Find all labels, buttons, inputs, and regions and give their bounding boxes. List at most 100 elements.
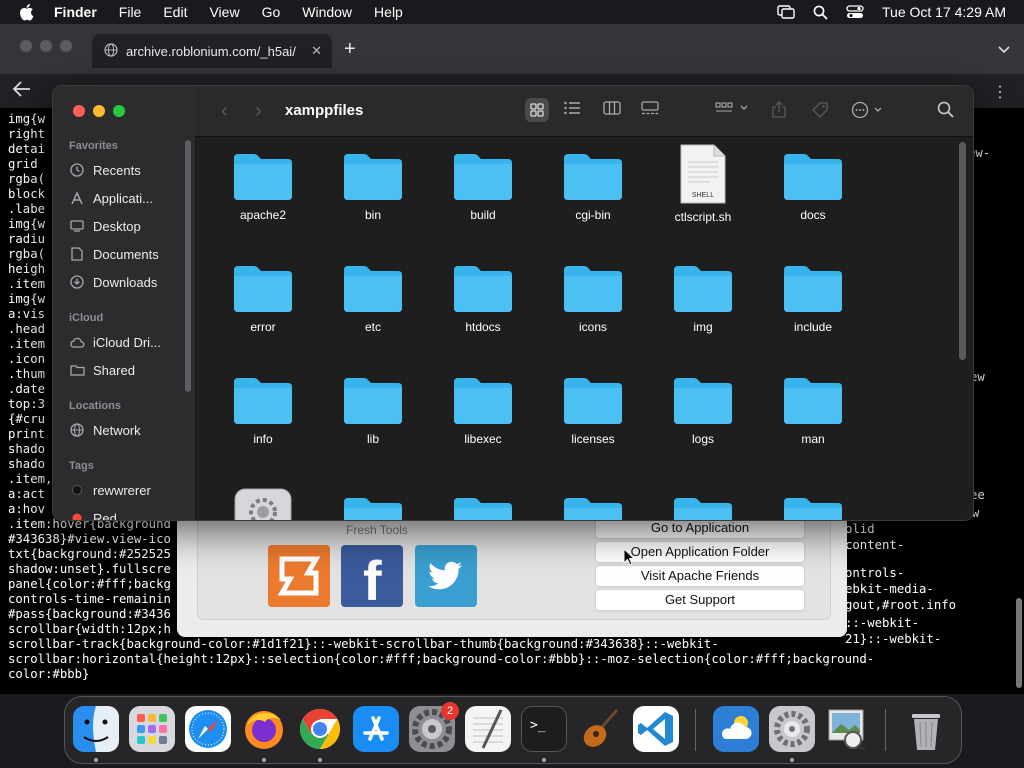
sidebar-scrollbar[interactable] xyxy=(185,140,191,392)
file-item[interactable]: SHELL ctlscript.sh xyxy=(648,144,758,224)
menu-edit[interactable]: Edit xyxy=(152,4,198,20)
folder-icon xyxy=(344,266,402,312)
folder-item[interactable]: cgi-bin xyxy=(538,150,648,222)
folder-item-partial[interactable] xyxy=(538,494,648,520)
menu-view[interactable]: View xyxy=(198,4,250,20)
folder-item[interactable]: libexec xyxy=(428,374,538,446)
dock-textedit-icon[interactable] xyxy=(465,706,511,752)
forward-chevron-icon[interactable]: › xyxy=(255,100,262,123)
folder-item-partial[interactable] xyxy=(648,494,758,520)
dock-vscode-icon[interactable] xyxy=(633,706,679,752)
xampp-logo-icon xyxy=(268,545,330,607)
folder-icon xyxy=(454,154,512,200)
folder-item[interactable]: apache2 xyxy=(208,150,318,222)
sidebar-item-tag-rewwrerer[interactable]: rewwrerer xyxy=(69,479,191,501)
column-view-icon[interactable] xyxy=(603,101,621,118)
search-icon[interactable] xyxy=(937,101,954,121)
dock-app-store-icon[interactable] xyxy=(353,706,399,752)
settings-file-icon[interactable] xyxy=(208,488,318,520)
dock-xampp-manager-icon[interactable] xyxy=(769,706,815,752)
apple-menu-icon[interactable] xyxy=(18,3,36,21)
more-actions-icon[interactable] xyxy=(851,101,887,122)
dock-preview-icon[interactable] xyxy=(825,706,871,752)
folder-item-partial[interactable] xyxy=(758,494,868,520)
screen-mirroring-icon[interactable] xyxy=(777,5,795,19)
sidebar-item-downloads[interactable]: Downloads xyxy=(69,271,191,293)
folder-item[interactable]: man xyxy=(758,374,868,446)
sidebar-item-label: Shared xyxy=(93,362,135,378)
back-chevron-icon[interactable]: ‹ xyxy=(221,100,228,123)
page-scrollbar[interactable] xyxy=(1016,598,1022,688)
share-icon[interactable] xyxy=(772,101,786,121)
sidebar-item-applications[interactable]: Applicati... xyxy=(69,187,191,209)
folder-icon xyxy=(344,498,402,520)
dock-safari-icon[interactable] xyxy=(185,706,231,752)
new-tab-icon[interactable]: + xyxy=(344,38,356,61)
list-view-icon[interactable] xyxy=(564,101,580,118)
gallery-view-icon[interactable] xyxy=(641,101,659,118)
folder-icon xyxy=(344,378,402,424)
dock-trash-icon[interactable] xyxy=(903,706,949,752)
item-label: info xyxy=(253,432,273,446)
dock-launchpad-icon[interactable] xyxy=(129,706,175,752)
icon-view-icon[interactable] xyxy=(525,98,549,122)
dock-chrome-icon[interactable] xyxy=(297,706,343,752)
zoom-window-button[interactable] xyxy=(113,105,125,117)
menu-help[interactable]: Help xyxy=(363,4,414,20)
twitter-icon[interactable] xyxy=(415,545,477,607)
sidebar-item-documents[interactable]: Documents xyxy=(69,243,191,265)
sidebar-item-tag-red[interactable]: Red xyxy=(69,507,191,520)
sidebar-item-desktop[interactable]: Desktop xyxy=(69,215,191,237)
finder-scrollbar[interactable] xyxy=(959,142,966,360)
folder-item[interactable]: error xyxy=(208,262,318,334)
folder-item[interactable]: bin xyxy=(318,150,428,222)
sidebar-item-recents[interactable]: Recents xyxy=(69,159,191,181)
menu-file[interactable]: File xyxy=(108,4,153,20)
code-line: scrollbar:horizontal{height:12px}::selec… xyxy=(8,652,875,666)
browser-tab[interactable]: archive.roblonium.com/_h5ai/ ✕ xyxy=(92,34,332,68)
chevron-down-icon[interactable] xyxy=(998,42,1010,57)
folder-item[interactable]: logs xyxy=(648,374,758,446)
folder-item[interactable]: build xyxy=(428,150,538,222)
tag-icon[interactable] xyxy=(811,101,829,122)
close-window-button[interactable] xyxy=(73,105,85,117)
minimize-window-button[interactable] xyxy=(93,105,105,117)
folder-item[interactable]: info xyxy=(208,374,318,446)
control-center-icon[interactable] xyxy=(846,5,864,19)
folder-item[interactable]: img xyxy=(648,262,758,334)
get-support-button[interactable]: Get Support xyxy=(595,589,805,611)
menu-window[interactable]: Window xyxy=(291,4,363,20)
dock-firefox-icon[interactable] xyxy=(241,706,287,752)
menubar-clock[interactable]: Tue Oct 17 4:29 AM xyxy=(882,4,1006,20)
dock-terminal-icon[interactable]: >_ xyxy=(521,706,567,752)
folder-item[interactable]: etc xyxy=(318,262,428,334)
folder-item[interactable]: icons xyxy=(538,262,648,334)
menu-go[interactable]: Go xyxy=(251,4,292,20)
folder-item[interactable]: lib xyxy=(318,374,428,446)
dock-instrument-icon[interactable] xyxy=(577,706,623,752)
xampp-tools-panel: Fresh Tools f Go to Application Open App… xyxy=(197,510,831,620)
folder-item[interactable]: include xyxy=(758,262,868,334)
sidebar-item-network[interactable]: Network xyxy=(69,419,191,441)
sidebar-item-icloud-drive[interactable]: iCloud Dri... xyxy=(69,331,191,353)
close-tab-icon[interactable]: ✕ xyxy=(311,43,322,59)
spotlight-search-icon[interactable] xyxy=(813,5,828,20)
menu-finder[interactable]: Finder xyxy=(50,4,108,20)
folder-item-partial[interactable] xyxy=(428,494,538,520)
browser-zoom-button[interactable] xyxy=(60,40,72,52)
more-menu-icon[interactable]: ⋮ xyxy=(992,82,1008,102)
group-by-icon[interactable] xyxy=(715,101,749,118)
folder-item-partial[interactable] xyxy=(318,494,428,520)
back-arrow-icon[interactable] xyxy=(12,80,32,101)
browser-close-button[interactable] xyxy=(20,40,32,52)
xampp-section-title: Fresh Tools xyxy=(346,523,408,537)
sidebar-item-shared[interactable]: Shared xyxy=(69,359,191,381)
facebook-icon[interactable]: f xyxy=(341,545,403,607)
item-label: bin xyxy=(364,208,381,222)
folder-item[interactable]: docs xyxy=(758,150,868,222)
dock-weather-icon[interactable] xyxy=(713,706,759,752)
browser-minimize-button[interactable] xyxy=(40,40,52,52)
dock-finder-icon[interactable] xyxy=(73,706,119,752)
folder-item[interactable]: licenses xyxy=(538,374,648,446)
folder-item[interactable]: htdocs xyxy=(428,262,538,334)
